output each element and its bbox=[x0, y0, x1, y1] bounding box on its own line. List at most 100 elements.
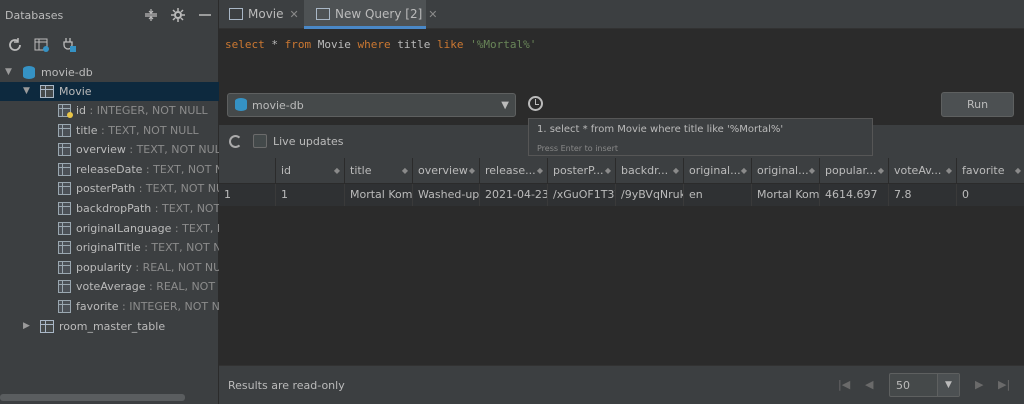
panel-header: Databases bbox=[0, 0, 219, 29]
table-cell[interactable]: 7.8 bbox=[889, 184, 957, 206]
tree-column-originalLanguage[interactable]: originalLanguage : TEXT, NO bbox=[0, 219, 219, 238]
tab-label: New Query [2] bbox=[335, 7, 423, 21]
collapse-all-icon[interactable] bbox=[143, 7, 159, 23]
horizontal-scrollbar[interactable] bbox=[0, 394, 185, 401]
next-page-icon[interactable]: ▶ bbox=[975, 378, 983, 391]
tab-movie[interactable]: Movie ✕ bbox=[219, 0, 303, 29]
column-header[interactable]: popular... ◆ bbox=[820, 158, 889, 184]
refresh-icon[interactable] bbox=[7, 37, 23, 53]
column-name: popularity bbox=[76, 260, 132, 274]
plug-icon[interactable] bbox=[61, 37, 77, 53]
minimize-icon[interactable] bbox=[197, 7, 213, 23]
column-header[interactable]: release... ◆ bbox=[480, 158, 548, 184]
column-icon bbox=[58, 221, 71, 235]
tree-column-overview[interactable]: overview : TEXT, NOT NULL bbox=[0, 140, 219, 159]
tree-column-popularity[interactable]: popularity : REAL, NOT NUL bbox=[0, 258, 219, 277]
tree-column-label: originalTitle : TEXT, NOT NUL bbox=[76, 238, 219, 257]
tree-table-movie[interactable]: ▼ Movie bbox=[0, 82, 219, 101]
table-cell[interactable]: 0 bbox=[957, 184, 1024, 206]
tree-database-movie-db[interactable]: ▼ movie-db bbox=[0, 63, 219, 82]
collapse-arrow-icon[interactable]: ▶ bbox=[23, 317, 33, 336]
query-text[interactable]: select * from Movie where title like '%M… bbox=[225, 38, 536, 51]
first-page-icon[interactable]: |◀ bbox=[838, 378, 850, 391]
tree-column-favorite[interactable]: favorite : INTEGER, NOT NUL bbox=[0, 297, 219, 316]
table-cell[interactable]: 1 bbox=[276, 184, 345, 206]
tree-table-label: Movie bbox=[59, 85, 92, 98]
tree-column-backdropPath[interactable]: backdropPath : TEXT, NOT N bbox=[0, 199, 219, 218]
sort-icon[interactable]: ◆ bbox=[537, 158, 543, 183]
sort-icon[interactable]: ◆ bbox=[402, 158, 408, 183]
column-header-label: backdr... bbox=[621, 164, 669, 177]
prev-page-icon[interactable]: ◀ bbox=[865, 378, 873, 391]
tree-column-id[interactable]: id : INTEGER, NOT NULL bbox=[0, 101, 219, 120]
sort-icon[interactable]: ◆ bbox=[605, 158, 611, 183]
table-icon bbox=[40, 85, 54, 98]
column-type: : TEXT, NOT N bbox=[154, 202, 219, 215]
table-cell[interactable]: 4614.697 bbox=[820, 184, 889, 206]
table-cell[interactable]: /xGuOF1T3W bbox=[548, 184, 616, 206]
table-cell[interactable]: /9yBVqNruk6 bbox=[616, 184, 684, 206]
column-header[interactable]: original... ◆ bbox=[684, 158, 752, 184]
sort-icon[interactable]: ◆ bbox=[946, 158, 952, 183]
results-footer: Results are read-only |◀ ◀ 50 ▼ ▶ ▶| bbox=[219, 365, 1024, 404]
table-cell[interactable]: Mortal Komb bbox=[752, 184, 820, 206]
column-header[interactable]: voteAv... ◆ bbox=[889, 158, 957, 184]
sort-icon[interactable]: ◆ bbox=[334, 158, 340, 183]
table-query-icon[interactable] bbox=[34, 37, 50, 53]
tree-column-title[interactable]: title : TEXT, NOT NULL bbox=[0, 121, 219, 140]
chevron-down-icon: ▼ bbox=[501, 100, 509, 111]
gear-icon[interactable] bbox=[170, 7, 186, 23]
history-item[interactable]: 1. select * from Movie where title like … bbox=[537, 124, 783, 135]
tree-column-label: posterPath : TEXT, NOT NULL bbox=[76, 179, 219, 198]
sort-icon[interactable]: ◆ bbox=[809, 158, 815, 183]
column-icon bbox=[58, 280, 71, 294]
expand-arrow-icon[interactable]: ▼ bbox=[5, 63, 15, 82]
expand-arrow-icon[interactable]: ▼ bbox=[23, 82, 33, 101]
column-header[interactable]: backdr... ◆ bbox=[616, 158, 684, 184]
refresh-icon[interactable] bbox=[229, 135, 242, 148]
column-icon bbox=[58, 182, 71, 196]
column-header[interactable]: favorite ◆ bbox=[957, 158, 1024, 184]
close-icon[interactable]: ✕ bbox=[428, 8, 437, 21]
live-updates-label: Live updates bbox=[273, 135, 344, 148]
sort-icon[interactable]: ◆ bbox=[469, 158, 475, 183]
database-select[interactable]: movie-db ▼ bbox=[227, 93, 516, 117]
history-clock-icon[interactable] bbox=[528, 96, 543, 111]
run-button[interactable]: Run bbox=[941, 92, 1014, 117]
tree-table-room-master[interactable]: ▶ room_master_table bbox=[0, 317, 219, 336]
column-type: : TEXT, NOT NULL bbox=[138, 182, 219, 196]
tab-new-query[interactable]: New Query [2] ✕ bbox=[304, 0, 438, 29]
column-name: overview bbox=[76, 143, 126, 157]
key-icon bbox=[67, 112, 73, 118]
column-header[interactable]: id ◆ bbox=[276, 158, 345, 184]
table-cell[interactable]: en bbox=[684, 184, 752, 206]
tree-column-releaseDate[interactable]: releaseDate : TEXT, NOT NUL bbox=[0, 160, 219, 179]
column-type: : TEXT, NOT NULL bbox=[97, 123, 199, 137]
table-cell[interactable]: Washed-up M bbox=[413, 184, 480, 206]
chevron-down-icon[interactable]: ▼ bbox=[937, 374, 959, 396]
table-cell[interactable]: Mortal Komb bbox=[345, 184, 413, 206]
column-header[interactable]: original... ◆ bbox=[752, 158, 820, 184]
tree-table-label: room_master_table bbox=[59, 320, 166, 333]
column-header-label: id bbox=[281, 164, 292, 177]
sort-icon[interactable]: ◆ bbox=[878, 158, 884, 183]
column-icon bbox=[58, 300, 71, 313]
tree-column-originalTitle[interactable]: originalTitle : TEXT, NOT NUL bbox=[0, 238, 219, 257]
live-updates-checkbox[interactable] bbox=[253, 134, 267, 148]
sort-icon[interactable]: ◆ bbox=[741, 158, 747, 183]
tree-column-voteAverage[interactable]: voteAverage : REAL, NOT NU bbox=[0, 277, 219, 296]
sort-icon[interactable]: ◆ bbox=[1015, 158, 1021, 183]
database-icon bbox=[23, 66, 35, 79]
tree-column-label: overview : TEXT, NOT NULL bbox=[76, 140, 219, 159]
column-header-label: title bbox=[350, 164, 372, 177]
column-header[interactable]: title ◆ bbox=[345, 158, 413, 184]
column-header[interactable]: posterP... ◆ bbox=[548, 158, 616, 184]
tree-column-posterPath[interactable]: posterPath : TEXT, NOT NULL bbox=[0, 179, 219, 198]
sort-icon[interactable]: ◆ bbox=[673, 158, 679, 183]
column-header[interactable]: overview ◆ bbox=[413, 158, 480, 184]
last-page-icon[interactable]: ▶| bbox=[998, 378, 1010, 391]
table-cell[interactable]: 2021-04-23 bbox=[480, 184, 548, 206]
column-name: title bbox=[76, 123, 98, 137]
page-size-select[interactable]: 50 ▼ bbox=[889, 373, 960, 397]
close-icon[interactable]: ✕ bbox=[290, 8, 299, 21]
